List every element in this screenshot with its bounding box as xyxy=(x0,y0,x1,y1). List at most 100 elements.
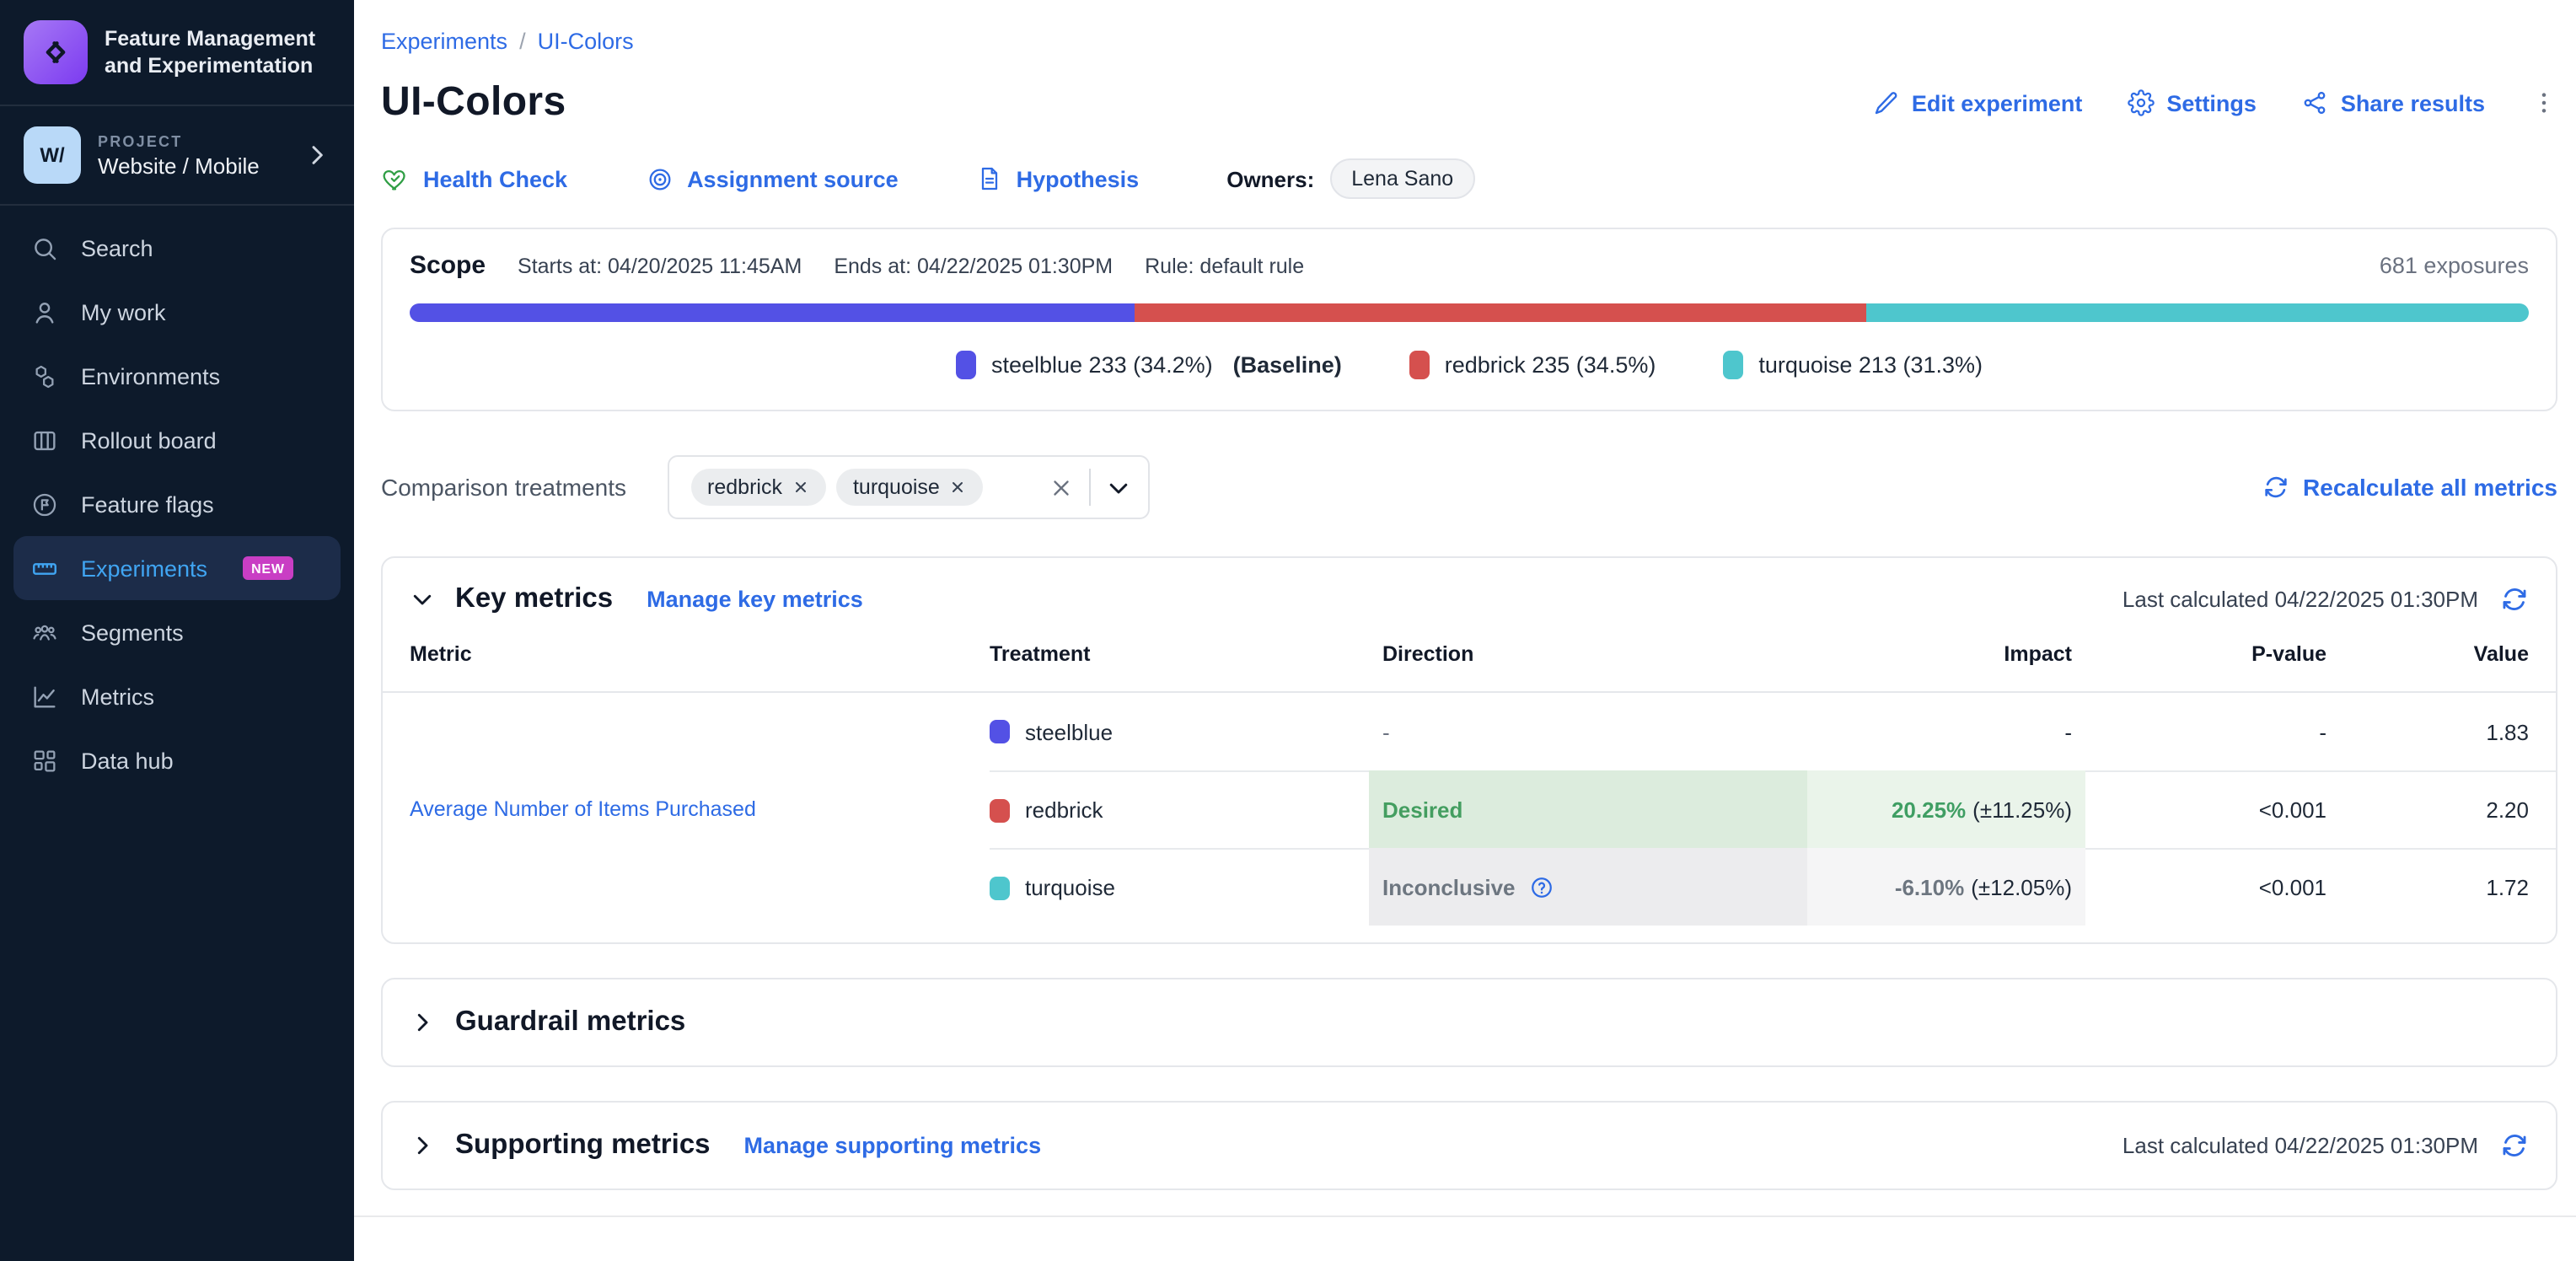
select-divider xyxy=(1088,469,1090,506)
sidebar-item-data-hub[interactable]: Data hub xyxy=(0,728,354,792)
table-row-steelblue-treatment: steelblue xyxy=(990,693,1369,770)
column-header-treatment: Treatment xyxy=(990,632,1369,693)
key-metrics-card: Key metrics Manage key metrics Last calc… xyxy=(381,556,2557,944)
exposure-legend: steelblue 233 (34.2%) (Baseline) redbric… xyxy=(410,351,2529,379)
chip-redbrick: redbrick xyxy=(690,469,826,506)
supporting-metrics-expand-toggle[interactable] xyxy=(410,1133,435,1158)
breadcrumb-experiments-link[interactable]: Experiments xyxy=(381,29,507,54)
metric-link[interactable]: Average Number of Items Purchased xyxy=(410,797,756,821)
supporting-metrics-refresh-button[interactable] xyxy=(2500,1131,2529,1160)
new-badge: NEW xyxy=(243,556,293,580)
exposure-distribution-bar xyxy=(410,303,2529,322)
health-check-link[interactable]: Health Check xyxy=(381,164,567,193)
project-switcher[interactable]: W/ PROJECT Website / Mobile xyxy=(0,106,354,206)
app-title: Feature Management and Experimentation xyxy=(105,24,315,80)
table-row-turquoise-treatment: turquoise xyxy=(990,848,1369,926)
clear-selection-icon[interactable] xyxy=(1048,475,1073,500)
refresh-icon xyxy=(2500,1131,2529,1160)
impact-cell-steelblue: - xyxy=(1807,693,2085,770)
bar-segment-turquoise xyxy=(1865,303,2529,322)
direction-cell-steelblue: - xyxy=(1369,693,1807,770)
assignment-source-link[interactable]: Assignment source xyxy=(645,164,899,193)
brand: Feature Management and Experimentation xyxy=(0,0,354,106)
hexagons-icon xyxy=(30,362,59,390)
chevron-down-icon xyxy=(410,587,435,612)
manage-key-metrics-link[interactable]: Manage key metrics xyxy=(647,587,863,612)
sidebar-item-experiments[interactable]: Experiments NEW xyxy=(13,536,341,600)
columns-icon xyxy=(30,426,59,454)
direction-cell-turquoise: Inconclusive xyxy=(1369,848,1807,926)
search-icon xyxy=(30,233,59,262)
key-metrics-collapse-toggle[interactable] xyxy=(410,587,435,612)
edit-experiment-button[interactable]: Edit experiment xyxy=(1873,89,2083,116)
recalculate-all-metrics-button[interactable]: Recalculate all metrics xyxy=(2262,474,2557,501)
kebab-icon xyxy=(2530,89,2557,116)
chevron-down-icon[interactable] xyxy=(1105,475,1130,500)
sidebar-item-metrics[interactable]: Metrics xyxy=(0,664,354,728)
scope-ends-at: Ends at: 04/22/2025 01:30PM xyxy=(834,255,1113,278)
sidebar-menu: Search My work Environments Rollout boar… xyxy=(0,216,354,792)
heart-check-icon xyxy=(381,164,410,193)
document-icon xyxy=(976,165,1003,192)
flag-circle-icon xyxy=(30,490,59,518)
scope-title: Scope xyxy=(410,251,486,280)
content-bottom-divider xyxy=(354,1215,2576,1217)
legend-item-steelblue: steelblue 233 (34.2%) (Baseline) xyxy=(956,351,1342,379)
project-badge: W/ xyxy=(24,126,81,184)
gear-icon xyxy=(2128,89,2155,116)
sidebar-item-environments[interactable]: Environments xyxy=(0,344,354,408)
key-metrics-refresh-button[interactable] xyxy=(2500,585,2529,614)
legend-item-turquoise: turquoise 213 (31.3%) xyxy=(1723,351,1983,379)
turquoise-swatch xyxy=(990,876,1010,899)
column-header-direction: Direction xyxy=(1369,632,1807,693)
settings-button[interactable]: Settings xyxy=(2128,89,2257,116)
scope-starts-at: Starts at: 04/20/2025 11:45AM xyxy=(518,255,802,278)
more-menu-button[interactable] xyxy=(2530,89,2557,116)
sidebar-item-my-work[interactable]: My work xyxy=(0,280,354,344)
sidebar-item-segments[interactable]: Segments xyxy=(0,600,354,664)
guardrail-metrics-card: Guardrail metrics xyxy=(381,978,2557,1067)
guardrail-metrics-expand-toggle[interactable] xyxy=(410,1010,435,1035)
share-results-button[interactable]: Share results xyxy=(2302,89,2485,116)
owner-pill[interactable]: Lena Sano xyxy=(1329,158,1475,199)
app-logo-icon xyxy=(24,20,88,84)
key-metrics-title: Key metrics xyxy=(455,583,613,615)
project-name: Website / Mobile xyxy=(98,153,287,178)
value-cell-steelblue: 1.83 xyxy=(2330,693,2556,770)
impact-cell-turquoise: -6.10% (±12.05%) xyxy=(1807,848,2085,926)
baseline-label: (Baseline) xyxy=(1233,352,1342,378)
supporting-metrics-last-calculated: Last calculated 04/22/2025 01:30PM xyxy=(2123,1133,2478,1158)
owners: Owners: Lena Sano xyxy=(1226,158,1475,199)
manage-supporting-metrics-link[interactable]: Manage supporting metrics xyxy=(744,1133,1042,1158)
comparison-treatments-select[interactable]: redbrick turquoise xyxy=(667,455,1149,519)
bullseye-icon xyxy=(645,164,674,193)
remove-turquoise-icon[interactable] xyxy=(950,479,967,496)
breadcrumb-current-link[interactable]: UI-Colors xyxy=(538,29,634,54)
sidebar-item-feature-flags[interactable]: Feature flags xyxy=(0,472,354,536)
redbrick-swatch xyxy=(990,798,1010,822)
main-content: Experiments / UI-Colors UI-Colors Edit e… xyxy=(354,0,2576,1261)
line-chart-icon xyxy=(30,682,59,711)
chevron-right-icon xyxy=(410,1010,435,1035)
sidebar: Feature Management and Experimentation W… xyxy=(0,0,354,1261)
hypothesis-link[interactable]: Hypothesis xyxy=(976,165,1140,192)
bar-segment-steelblue xyxy=(410,303,1135,322)
column-header-p-value: P-value xyxy=(2085,632,2330,693)
user-icon xyxy=(30,298,59,326)
project-label: PROJECT xyxy=(98,132,287,149)
redbrick-swatch xyxy=(1409,351,1430,379)
remove-redbrick-icon[interactable] xyxy=(792,479,809,496)
meta-row: Health Check Assignment source Hypothesi… xyxy=(381,158,2557,199)
sidebar-item-search[interactable]: Search xyxy=(0,216,354,280)
column-header-impact: Impact xyxy=(1807,632,2085,693)
supporting-metrics-card: Supporting metrics Manage supporting met… xyxy=(381,1101,2557,1190)
key-metrics-table: Metric Treatment Direction Impact P-valu… xyxy=(383,632,2556,942)
share-icon xyxy=(2302,89,2329,116)
key-metrics-last-calculated: Last calculated 04/22/2025 01:30PM xyxy=(2123,587,2478,612)
help-icon[interactable] xyxy=(1529,874,1554,899)
chip-turquoise: turquoise xyxy=(836,469,984,506)
grid-icon xyxy=(30,746,59,775)
sidebar-item-rollout-board[interactable]: Rollout board xyxy=(0,408,354,472)
chevron-right-icon xyxy=(303,142,330,169)
title-row: UI-Colors Edit experiment Settings Share… xyxy=(381,79,2557,126)
